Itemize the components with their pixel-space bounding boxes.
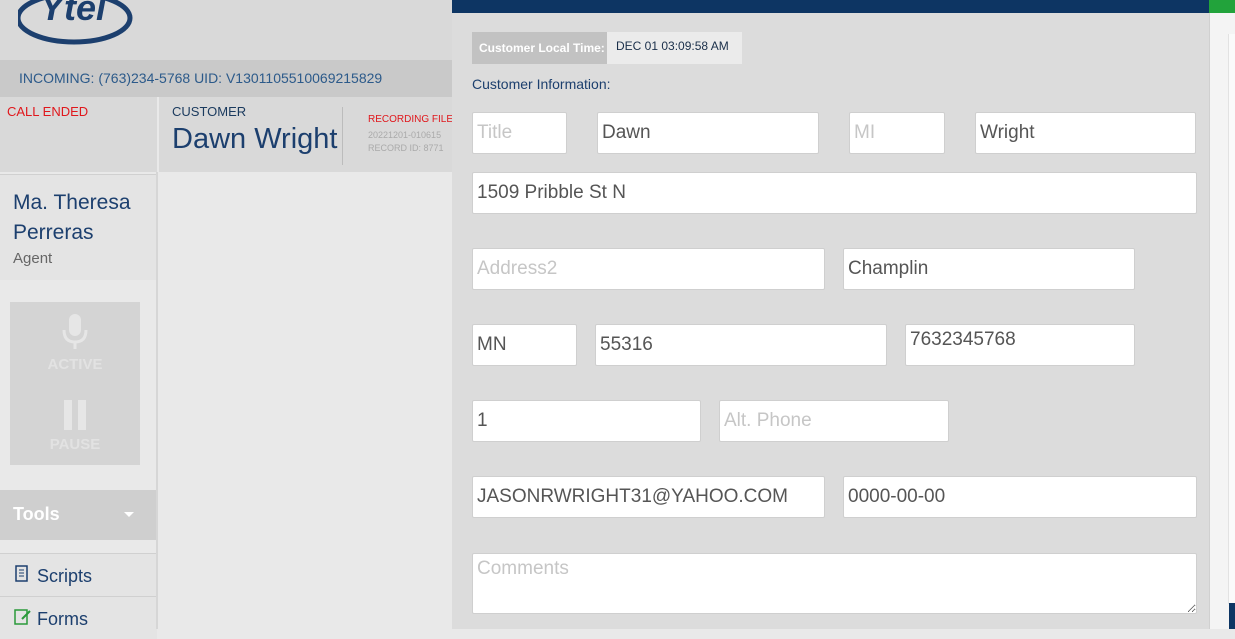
call-status-box: CALL ENDED bbox=[0, 97, 157, 172]
pause-icon[interactable] bbox=[60, 398, 90, 432]
sidebar-item-label: Forms bbox=[37, 609, 88, 629]
recording-file: 20221201-010615 bbox=[368, 130, 442, 140]
customer-info-panel bbox=[452, 0, 1209, 629]
alt-phone-field[interactable] bbox=[719, 400, 949, 442]
ytel-logo: Ytel bbox=[18, 0, 133, 45]
address1-field[interactable] bbox=[472, 172, 1197, 214]
svg-text:Ytel: Ytel bbox=[40, 0, 107, 28]
date-of-birth-field[interactable] bbox=[843, 476, 1197, 518]
scroll-icon bbox=[14, 565, 30, 588]
side-strip-accent bbox=[1229, 603, 1235, 629]
call-status: CALL ENDED bbox=[7, 104, 89, 119]
form-icon bbox=[14, 608, 32, 631]
email-field[interactable] bbox=[472, 476, 825, 518]
phone-field[interactable] bbox=[905, 324, 1135, 366]
mic-panel: ACTIVE PAUSE bbox=[10, 302, 140, 465]
comments-field[interactable] bbox=[472, 553, 1197, 614]
tools-label: Tools bbox=[13, 504, 60, 524]
column-divider bbox=[156, 172, 158, 629]
customer-card: CUSTOMER Dawn Wright RECORDING FILE 2022… bbox=[159, 97, 454, 172]
middle-initial-field[interactable] bbox=[849, 112, 945, 154]
last-name-field[interactable] bbox=[975, 112, 1196, 154]
customer-time-label: Customer Local Time: bbox=[472, 32, 607, 64]
phone-code-field[interactable] bbox=[472, 400, 701, 442]
title-field[interactable] bbox=[472, 112, 567, 154]
recording-label: RECORDING FILE bbox=[368, 114, 454, 125]
microphone-icon[interactable] bbox=[55, 312, 95, 352]
address2-field[interactable] bbox=[472, 248, 825, 290]
sidebar-item-scripts[interactable]: Scripts bbox=[0, 553, 157, 596]
agent-role: Agent bbox=[13, 250, 53, 267]
active-label: ACTIVE bbox=[47, 356, 103, 373]
customer-time-value: DEC 01 03:09:58 AM bbox=[607, 32, 742, 64]
customer-info-label: Customer Information: bbox=[472, 76, 611, 92]
scrollbar[interactable] bbox=[1228, 34, 1235, 604]
sidebar-item-forms[interactable]: Forms bbox=[0, 596, 157, 639]
status-indicator bbox=[1209, 0, 1235, 13]
top-bar bbox=[452, 0, 1209, 13]
pause-label: PAUSE bbox=[49, 436, 101, 453]
customer-label: CUSTOMER bbox=[172, 104, 247, 119]
chevron-down-icon bbox=[124, 512, 134, 517]
agent-card: Ma. Theresa Perreras Agent bbox=[0, 174, 157, 280]
incoming-call-info: INCOMING: (763)234-5768 UID: V1301105510… bbox=[0, 60, 452, 97]
agent-name: Ma. Theresa Perreras bbox=[13, 191, 131, 244]
city-field[interactable] bbox=[843, 248, 1135, 290]
record-id: RECORD ID: 8771 bbox=[368, 143, 444, 153]
postal-code-field[interactable] bbox=[595, 324, 887, 366]
customer-name: Dawn Wright bbox=[172, 123, 338, 155]
logo-area: Ytel bbox=[0, 0, 452, 60]
tools-dropdown[interactable]: Tools bbox=[0, 490, 157, 540]
state-field[interactable] bbox=[472, 324, 577, 366]
first-name-field[interactable] bbox=[597, 112, 819, 154]
sidebar-item-label: Scripts bbox=[37, 566, 93, 586]
card-divider bbox=[342, 107, 343, 165]
